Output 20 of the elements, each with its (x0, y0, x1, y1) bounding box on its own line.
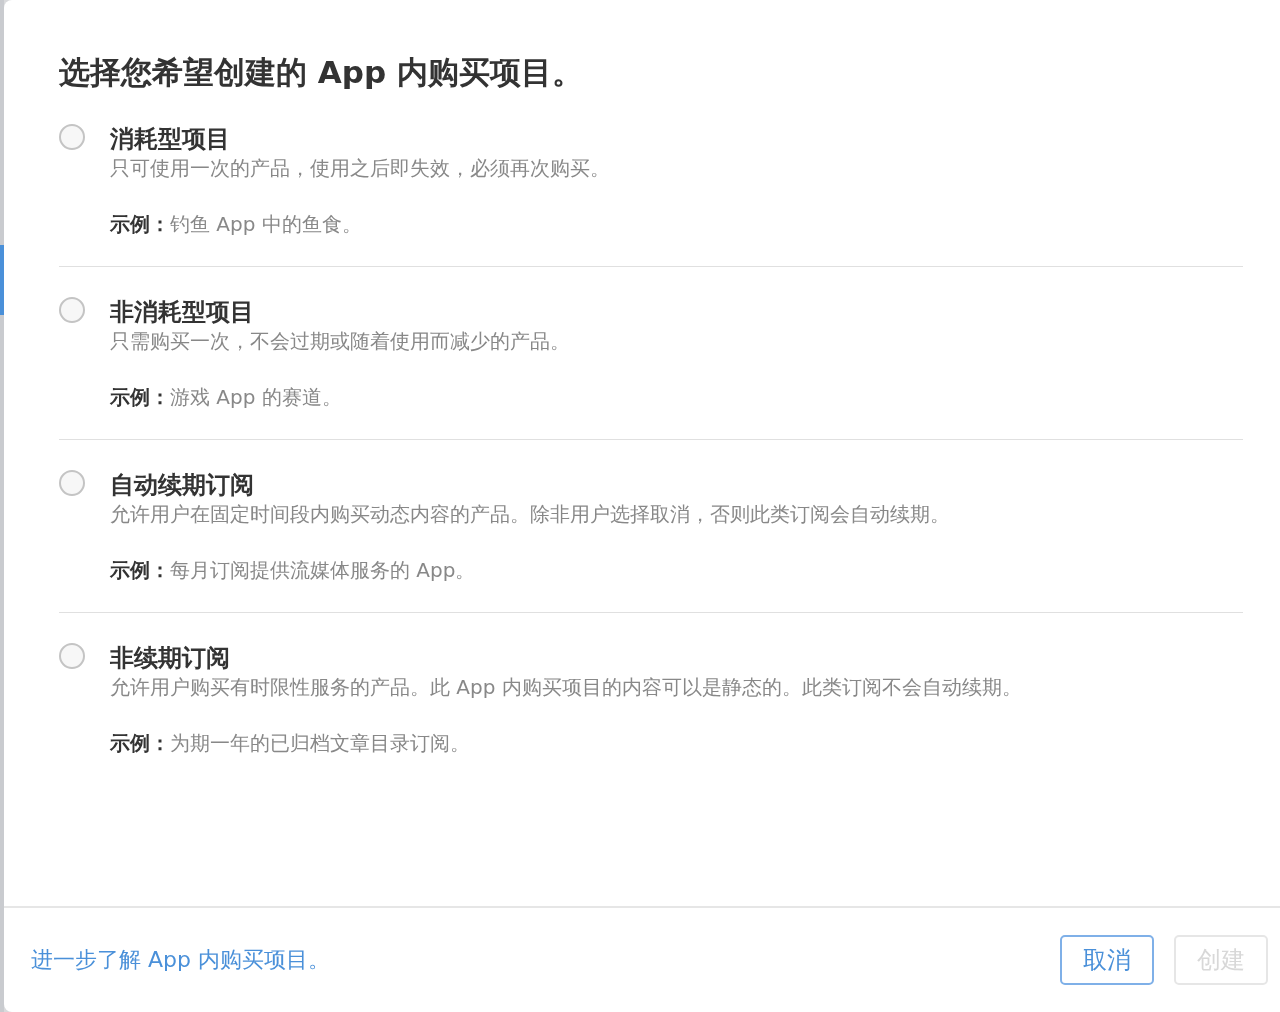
radio-button[interactable] (59, 124, 85, 150)
option-title: 自动续期订阅 (110, 470, 255, 500)
option-example: 示例：为期一年的已归档文章目录订阅。 (110, 730, 471, 757)
sidebar-edge (0, 245, 4, 315)
option-description: 只可使用一次的产品，使用之后即失效，必须再次购买。 (110, 155, 610, 182)
radio-button[interactable] (59, 643, 85, 669)
option-title: 非消耗型项目 (110, 297, 255, 327)
option-example: 示例：钓鱼 App 中的鱼食。 (110, 211, 363, 238)
option-example: 示例：游戏 App 的赛道。 (110, 384, 343, 411)
option-description: 允许用户购买有时限性服务的产品。此 App 内购买项目的内容可以是静态的。此类订阅不会自动续期。 (110, 674, 1022, 701)
option-description: 允许用户在固定时间段内购买动态内容的产品。除非用户选择取消，否则此类订阅会自动续期。 (110, 501, 950, 528)
learn-more-link[interactable]: 进一步了解 App 内购买项目。 (31, 945, 330, 975)
radio-button[interactable] (59, 470, 85, 496)
dialog-title: 选择您希望创建的 App 内购买项目。 (59, 53, 584, 92)
option-example: 示例：每月订阅提供流媒体服务的 App。 (110, 557, 477, 584)
option-description: 只需购买一次，不会过期或随着使用而减少的产品。 (110, 328, 570, 355)
cancel-button[interactable]: 取消 (1060, 935, 1154, 985)
option-title: 消耗型项目 (110, 124, 231, 154)
radio-button[interactable] (59, 297, 85, 323)
option-title: 非续期订阅 (110, 643, 231, 673)
